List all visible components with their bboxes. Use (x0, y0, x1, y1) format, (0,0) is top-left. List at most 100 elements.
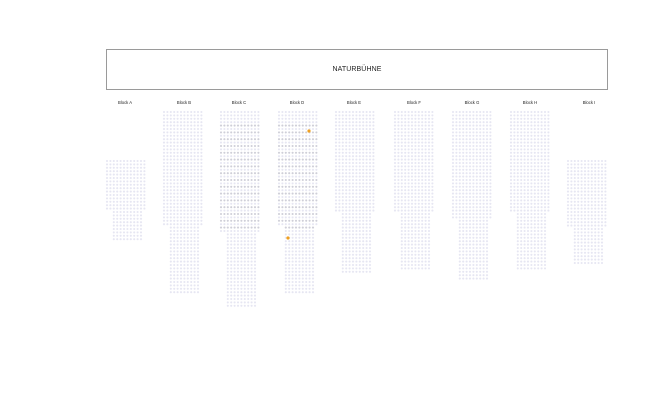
seat-block-e[interactable] (341, 253, 344, 256)
seat-block-f[interactable] (424, 138, 427, 141)
seat-block-h[interactable] (540, 250, 543, 253)
seat-block-g[interactable] (462, 138, 465, 141)
seat-block-c[interactable] (230, 178, 233, 182)
seat-block-d[interactable] (311, 131, 315, 134)
seat-block-c[interactable] (250, 216, 253, 219)
seat-block-e[interactable] (355, 131, 358, 134)
seat-block-c[interactable] (230, 267, 233, 270)
seat-block-d[interactable] (288, 267, 291, 270)
seat-block-b[interactable] (169, 206, 172, 209)
seat-block-c[interactable] (233, 216, 236, 219)
seat-block-c[interactable] (250, 131, 253, 134)
seat-block-d[interactable] (301, 199, 304, 202)
seat-block-i[interactable] (573, 193, 576, 197)
seat-block-e[interactable] (338, 138, 341, 141)
seat-block-f[interactable] (400, 131, 403, 134)
seat-block-b[interactable] (173, 274, 176, 277)
seat-block-b[interactable] (200, 185, 203, 188)
seat-block-e[interactable] (365, 192, 368, 195)
seat-block-e[interactable] (362, 182, 365, 185)
seat-block-g[interactable] (475, 158, 478, 161)
seat-block-b[interactable] (200, 178, 203, 182)
seat-block-c[interactable] (240, 144, 243, 148)
seat-block-b[interactable] (176, 134, 179, 137)
seat-block-d[interactable] (284, 274, 287, 277)
seat-block-c[interactable] (233, 110, 236, 114)
seat-block-c[interactable] (247, 280, 250, 284)
seat-block-b[interactable] (196, 141, 200, 144)
seat-block-h[interactable] (547, 185, 550, 188)
seat-block-c[interactable] (226, 212, 229, 216)
seat-block-i[interactable] (566, 190, 570, 193)
seat-block-e[interactable] (351, 161, 355, 165)
seat-block-b[interactable] (200, 134, 203, 137)
seat-block-e[interactable] (358, 158, 361, 161)
seat-block-h[interactable] (520, 117, 523, 120)
seat-block-b[interactable] (169, 158, 172, 161)
seat-block-g[interactable] (479, 226, 482, 229)
seat-block-c[interactable] (226, 155, 229, 158)
seat-block-b[interactable] (176, 192, 179, 195)
seat-block-e[interactable] (365, 134, 368, 137)
seat-block-c[interactable] (250, 304, 253, 307)
seat-block-g[interactable] (482, 263, 485, 267)
seat-block-e[interactable] (351, 151, 355, 154)
seat-block-b[interactable] (169, 246, 172, 250)
seat-block-i[interactable] (577, 163, 580, 166)
seat-block-g[interactable] (489, 110, 492, 114)
seat-block-d[interactable] (281, 165, 284, 168)
seat-block-d[interactable] (288, 141, 291, 144)
seat-block-c[interactable] (243, 267, 246, 270)
seat-block-g[interactable] (472, 178, 475, 182)
seat-block-h[interactable] (533, 246, 536, 250)
seat-block-e[interactable] (348, 223, 351, 226)
seat-block-f[interactable] (414, 131, 417, 134)
seat-block-i[interactable] (594, 221, 597, 224)
seat-block-i[interactable] (580, 190, 583, 193)
seat-block-d[interactable] (281, 151, 284, 154)
seat-block-h[interactable] (520, 138, 523, 141)
seat-block-g[interactable] (479, 267, 482, 270)
seat-block-b[interactable] (200, 155, 203, 158)
seat-block-g[interactable] (468, 229, 472, 233)
seat-block-h[interactable] (537, 253, 540, 256)
seat-block-h[interactable] (543, 250, 547, 253)
seat-block-f[interactable] (424, 263, 427, 267)
seat-block-c[interactable] (226, 117, 229, 120)
seat-block-c[interactable] (240, 246, 243, 250)
seat-block-h[interactable] (537, 212, 540, 216)
seat-block-h[interactable] (513, 148, 516, 151)
seat-block-f[interactable] (397, 155, 400, 158)
seat-block-c[interactable] (247, 127, 250, 131)
seat-block-c[interactable] (233, 114, 236, 117)
seat-block-b[interactable] (179, 291, 183, 294)
seat-block-g[interactable] (479, 212, 482, 216)
seat-block-c[interactable] (240, 192, 243, 195)
seat-block-a[interactable] (122, 163, 126, 166)
seat-block-g[interactable] (485, 165, 489, 168)
seat-block-e[interactable] (345, 110, 348, 114)
seat-block-i[interactable] (573, 238, 576, 241)
seat-block-g[interactable] (472, 206, 475, 209)
seat-block-e[interactable] (348, 148, 351, 151)
seat-block-e[interactable] (368, 158, 372, 161)
seat-block-b[interactable] (183, 138, 186, 141)
seat-block-h[interactable] (540, 246, 543, 250)
seat-block-e[interactable] (348, 138, 351, 141)
seat-block-b[interactable] (190, 267, 193, 270)
seat-block-e[interactable] (368, 189, 372, 192)
seat-block-d[interactable] (288, 209, 291, 212)
seat-block-g[interactable] (458, 124, 461, 127)
seat-block-e[interactable] (355, 257, 358, 260)
seat-block-h[interactable] (516, 158, 519, 161)
seat-block-b[interactable] (162, 161, 166, 165)
seat-block-c[interactable] (219, 192, 223, 195)
seat-block-f[interactable] (404, 165, 407, 168)
seat-block-f[interactable] (407, 267, 410, 270)
seat-block-c[interactable] (230, 253, 233, 256)
seat-block-h[interactable] (543, 144, 547, 148)
seat-block-b[interactable] (186, 158, 189, 161)
seat-block-c[interactable] (257, 219, 260, 222)
seat-block-f[interactable] (421, 243, 424, 246)
seat-block-c[interactable] (250, 121, 253, 124)
